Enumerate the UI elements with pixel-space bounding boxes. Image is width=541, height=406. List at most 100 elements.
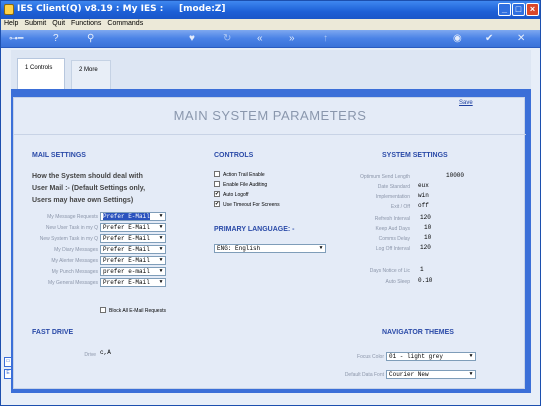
file-auditing-checkbox[interactable] — [214, 181, 220, 187]
sys-label: Exit / Off — [390, 204, 410, 210]
minimize-icon[interactable]: _ — [498, 3, 511, 16]
sys-value[interactable]: 10 — [424, 224, 431, 231]
parameters-panel: Save MAIN SYSTEM PARAMETERS MAIL SETTING… — [13, 97, 526, 389]
maximize-icon[interactable]: □ — [512, 3, 525, 16]
app-icon — [4, 4, 14, 15]
action-trail-checkbox[interactable] — [214, 171, 220, 177]
check-icon[interactable]: ✔ — [485, 32, 493, 45]
auto-logoff-checkbox[interactable]: ✔ — [214, 191, 220, 197]
my-punch-messages-select[interactable]: prefer e-mail ▼ — [100, 267, 166, 276]
my-alerter-messages-label: My Alerter Messages — [51, 258, 98, 264]
tab-more[interactable]: 2 More — [71, 60, 111, 90]
sys-value[interactable]: 120 — [420, 214, 431, 221]
sys-value[interactable]: 120 — [420, 244, 431, 251]
sys-value[interactable]: eux — [418, 182, 429, 189]
tab-strip: 1 Controls 2 More — [11, 50, 531, 90]
block-email-checkbox[interactable] — [100, 307, 106, 313]
menu-submit[interactable]: Submit — [21, 19, 49, 27]
my-alerter-messages-select[interactable]: Prefer E-Mail ▼ — [100, 256, 166, 265]
my-message-requests-select[interactable]: Prefer E-Mail ▼ — [100, 212, 166, 221]
timeout-screens-label: Use Timeout For Screens — [223, 202, 280, 208]
toolbar: ⊶━ ? ⚲ ♥ ↻ « » ↑ ◉ ✔ ✕ — [1, 30, 540, 48]
my-message-requests-label: My Message Requests — [47, 214, 98, 220]
up-icon[interactable]: ↑ — [323, 32, 328, 45]
chevron-down-icon[interactable]: ▼ — [157, 213, 165, 220]
timeout-screens-checkbox[interactable]: ✔ — [214, 201, 220, 207]
mail-description-line: How the System should deal with — [32, 173, 143, 180]
chevron-down-icon[interactable]: ▼ — [157, 268, 165, 275]
search-icon[interactable]: ⚲ — [87, 32, 94, 45]
focus-color-select[interactable]: 01 - light grey ▼ — [386, 352, 476, 361]
new-system-task-label: New System Task in my Q — [39, 236, 98, 242]
sys-label: Optimum Send Length — [359, 174, 410, 180]
content-frame: Save MAIN SYSTEM PARAMETERS MAIL SETTING… — [11, 95, 531, 393]
menu-commands[interactable]: Commands — [104, 19, 146, 27]
x-icon[interactable]: ✕ — [517, 32, 525, 45]
sys-value[interactable]: 0.10 — [418, 277, 432, 284]
my-general-messages-select[interactable]: Prefer E-Mail ▼ — [100, 278, 166, 287]
select-value: Prefer E-Mail — [103, 235, 150, 242]
chevron-down-icon[interactable]: ▼ — [157, 279, 165, 286]
tab-more-label: 2 More — [79, 67, 98, 73]
focus-color-label: Focus Color — [357, 354, 384, 360]
chevron-down-icon[interactable]: ▼ — [467, 353, 475, 360]
auto-logoff-label: Auto Logoff — [223, 192, 249, 198]
sys-value[interactable]: 10 — [424, 234, 431, 241]
prev-icon[interactable]: « — [257, 32, 263, 45]
chevron-down-icon[interactable]: ▼ — [157, 246, 165, 253]
menu-quit[interactable]: Quit — [49, 19, 68, 27]
heart-icon[interactable]: ♥ — [189, 32, 195, 45]
primary-language-select[interactable]: ENG: English ▼ — [214, 244, 326, 253]
tab-controls-label: 1 Controls — [25, 65, 53, 71]
side-icon[interactable]: ▭ — [4, 357, 12, 367]
select-value: prefer e-mail — [103, 268, 150, 275]
window-title: IES Client(Q) v8.19 : My IES : [mode:Z] — [17, 4, 226, 14]
drive-input[interactable]: c,A — [100, 349, 111, 356]
controls-heading: CONTROLS — [214, 152, 254, 159]
chevron-down-icon[interactable]: ▼ — [467, 371, 475, 378]
sys-label: Auto Sleep — [385, 279, 410, 285]
action-trail-label: Action Trail Enable — [223, 172, 265, 178]
menu-bar: Help Submit Quit Functions Commands — [1, 19, 540, 30]
sys-label: Refresh Interval — [374, 216, 410, 222]
select-value: Prefer E-Mail — [103, 279, 150, 286]
fast-drive-heading: FAST DRIVE — [32, 329, 74, 336]
chevron-down-icon[interactable]: ▼ — [157, 235, 165, 242]
sys-label: Implementation — [375, 194, 410, 200]
side-icon[interactable]: E — [4, 369, 12, 379]
new-user-task-select[interactable]: Prefer E-Mail ▼ — [100, 223, 166, 232]
select-value: ENG: English — [217, 245, 261, 252]
sys-value[interactable]: off — [418, 202, 429, 209]
menu-help[interactable]: Help — [1, 19, 21, 27]
my-general-messages-label: My General Messages — [47, 280, 98, 286]
sys-label: Date Standard — [377, 184, 410, 190]
tab-controls[interactable]: 1 Controls — [17, 58, 65, 90]
my-diary-messages-select[interactable]: Prefer E-Mail ▼ — [100, 245, 166, 254]
sys-value[interactable]: 10000 — [446, 172, 464, 179]
new-system-task-select[interactable]: Prefer E-Mail ▼ — [100, 234, 166, 243]
navigator-themes-heading: NAVIGATOR THEMES — [382, 329, 454, 336]
status-bar — [1, 395, 540, 405]
mail-settings-heading: MAIL SETTINGS — [32, 152, 86, 159]
close-icon[interactable]: × — [526, 3, 539, 16]
select-value: Prefer E-Mail — [103, 213, 150, 220]
key-icon[interactable]: ⊶━ — [9, 32, 33, 45]
system-settings-heading: SYSTEM SETTINGS — [382, 152, 448, 159]
help-icon[interactable]: ? — [53, 32, 59, 45]
menu-functions[interactable]: Functions — [68, 19, 104, 27]
next-icon[interactable]: » — [289, 32, 295, 45]
select-value: Courier New — [389, 371, 429, 378]
title-bar: IES Client(Q) v8.19 : My IES : [mode:Z] … — [1, 1, 540, 19]
chevron-down-icon[interactable]: ▼ — [317, 245, 325, 252]
globe-icon[interactable]: ◉ — [453, 32, 462, 45]
default-font-select[interactable]: Courier New ▼ — [386, 370, 476, 379]
save-link[interactable]: Save — [459, 100, 473, 106]
sys-value[interactable]: win — [418, 192, 429, 199]
chevron-down-icon[interactable]: ▼ — [157, 257, 165, 264]
refresh-icon[interactable]: ↻ — [223, 32, 231, 45]
chevron-down-icon[interactable]: ▼ — [157, 224, 165, 231]
sys-value[interactable]: 1 — [420, 266, 424, 273]
mail-description-line: User Mail :- (Default Settings only, — [32, 185, 146, 192]
sys-label: Log Off Interval — [375, 246, 410, 252]
primary-language-heading: PRIMARY LANGUAGE: - — [214, 226, 295, 233]
